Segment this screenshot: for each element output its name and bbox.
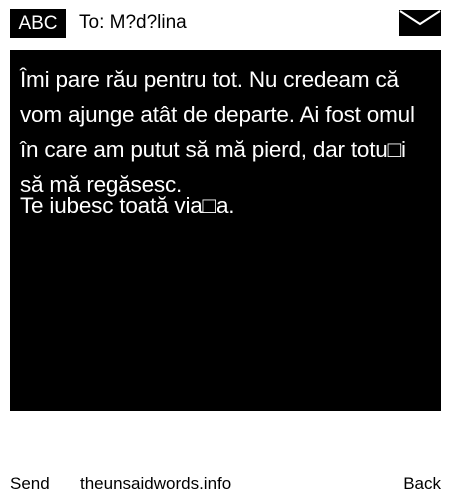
site-link[interactable]: theunsaidwords.info (80, 474, 231, 494)
message-line: Te iubesc toată via□a. (20, 193, 235, 218)
softkey-bar: Send theunsaidwords.info Back (0, 468, 450, 498)
send-button[interactable]: Send (10, 474, 50, 494)
back-button[interactable]: Back (403, 474, 441, 494)
message-text: Îmi pare rău pentru tot. Nu credeam că v… (20, 62, 435, 223)
envelope-icon (399, 10, 441, 36)
input-mode-indicator: ABC (10, 9, 66, 38)
message-body[interactable]: Îmi pare rău pentru tot. Nu credeam că v… (10, 50, 441, 411)
recipient-field[interactable]: To: M?d?lina (79, 10, 187, 36)
message-line: Îmi pare rău pentru tot. Nu credeam că v… (20, 67, 421, 197)
message-header: ABC To: M?d?lina (0, 0, 450, 46)
